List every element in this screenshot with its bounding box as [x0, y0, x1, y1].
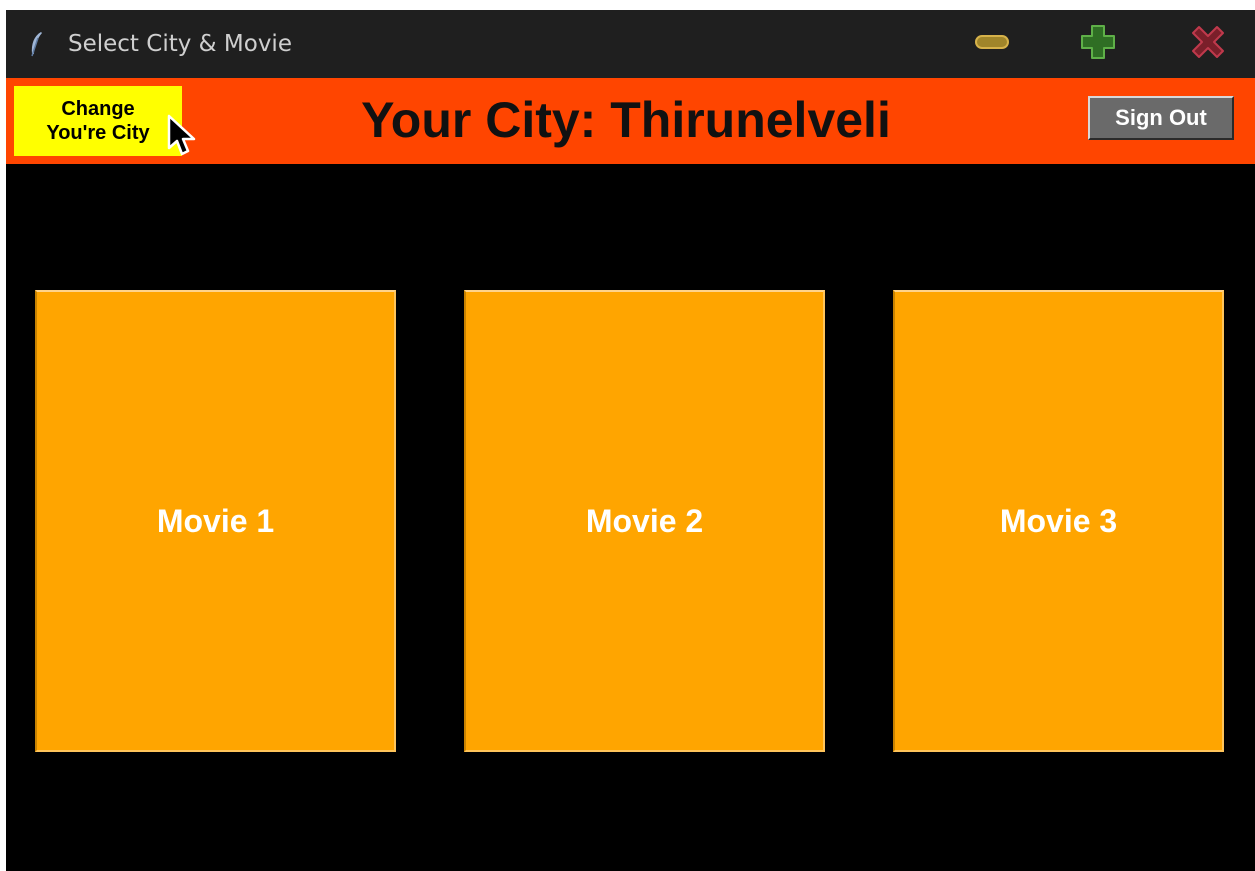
close-button[interactable]	[1182, 24, 1234, 64]
feather-icon	[28, 30, 44, 58]
app-window: Select City & Movie Change You're City Y…	[6, 10, 1255, 871]
close-x-icon	[1189, 23, 1227, 66]
change-city-label-line2: You're City	[46, 122, 150, 144]
movie-card-2[interactable]: Movie 2	[464, 290, 825, 752]
minimize-button[interactable]	[966, 24, 1018, 64]
change-city-label-line1: Change	[61, 98, 135, 120]
maximize-plus-icon	[1080, 24, 1116, 65]
movie-label: Movie 2	[585, 502, 704, 539]
sign-out-button[interactable]: Sign Out	[1088, 96, 1234, 140]
city-header: Change You're City Your City: Thirunelve…	[6, 78, 1255, 164]
movie-card-3[interactable]: Movie 3	[893, 290, 1224, 752]
minimize-icon	[974, 34, 1010, 55]
title-bar[interactable]: Select City & Movie	[6, 10, 1255, 78]
movie-label: Movie 1	[156, 502, 275, 539]
movie-card-1[interactable]: Movie 1	[35, 290, 396, 752]
change-city-button[interactable]: Change You're City	[14, 86, 182, 156]
city-title: Your City: Thirunelveli	[361, 92, 891, 148]
maximize-button[interactable]	[1072, 24, 1124, 64]
window-title: Select City & Movie	[68, 31, 292, 57]
movie-label: Movie 3	[999, 502, 1118, 539]
